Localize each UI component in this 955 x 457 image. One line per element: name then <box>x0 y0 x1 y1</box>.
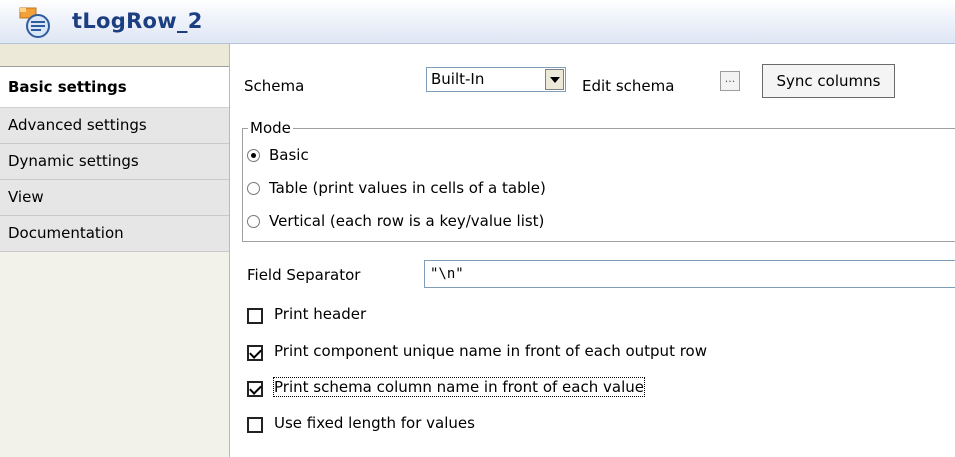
field-separator-label: Field Separator <box>247 266 361 284</box>
edit-schema-button[interactable]: ... <box>720 71 740 91</box>
edit-schema-label: Edit schema <box>582 77 675 95</box>
mode-basic-label[interactable]: Basic <box>269 146 309 164</box>
tab-documentation[interactable]: Documentation <box>0 216 229 252</box>
mode-table-label[interactable]: Table (print values in cells of a table) <box>269 179 546 197</box>
field-separator-field[interactable] <box>424 260 955 288</box>
schema-label: Schema <box>244 77 305 95</box>
mode-vertical-radio[interactable] <box>247 215 260 228</box>
tab-dynamic-settings[interactable]: Dynamic settings <box>0 144 229 180</box>
chevron-down-icon[interactable] <box>545 69 564 90</box>
tab-advanced-settings[interactable]: Advanced settings <box>0 108 229 144</box>
print-header-checkbox[interactable] <box>247 308 263 324</box>
mode-table-radio[interactable] <box>247 182 260 195</box>
tab-view[interactable]: View <box>0 180 229 216</box>
print-component-name-label[interactable]: Print component unique name in front of … <box>274 342 707 360</box>
component-title-bar: tLogRow_2 <box>0 0 955 44</box>
print-schema-column-name-label[interactable]: Print schema column name in front of eac… <box>273 377 645 397</box>
tab-basic-settings[interactable]: Basic settings <box>0 66 229 108</box>
schema-select[interactable]: Built-In <box>426 67 566 92</box>
field-separator-input[interactable] <box>425 261 955 287</box>
print-component-name-checkbox[interactable] <box>247 345 263 361</box>
mode-group-title: Mode <box>248 119 293 137</box>
log-row-component-icon <box>19 7 50 38</box>
fixed-length-checkbox[interactable] <box>247 417 263 433</box>
print-header-label[interactable]: Print header <box>274 305 366 323</box>
settings-tab-list: Basic settings Advanced settings Dynamic… <box>0 44 230 457</box>
print-schema-column-name-checkbox[interactable] <box>247 381 263 397</box>
mode-vertical-label[interactable]: Vertical (each row is a key/value list) <box>269 212 544 230</box>
mode-basic-radio[interactable] <box>247 149 260 162</box>
basic-settings-panel: Schema Built-In Edit schema ... Sync col… <box>231 44 955 457</box>
schema-select-value: Built-In <box>431 70 485 88</box>
fixed-length-label[interactable]: Use fixed length for values <box>274 414 475 432</box>
component-title: tLogRow_2 <box>72 9 203 33</box>
sync-columns-button[interactable]: Sync columns <box>762 64 895 98</box>
